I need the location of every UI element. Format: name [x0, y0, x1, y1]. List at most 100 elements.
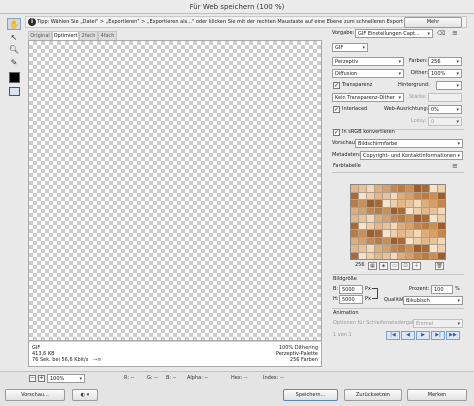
color-swatch[interactable]	[390, 222, 398, 229]
color-swatch[interactable]	[382, 237, 390, 244]
color-swatch[interactable]	[438, 215, 445, 222]
srgb-checkbox[interactable]: ✓	[333, 129, 340, 136]
color-swatch[interactable]	[398, 185, 406, 192]
loop-select[interactable]: Einmal ▾	[413, 319, 463, 328]
color-swatch[interactable]	[406, 215, 414, 222]
color-swatch[interactable]	[422, 200, 430, 207]
color-swatch[interactable]	[390, 207, 398, 214]
matte-select[interactable]: ▾	[436, 81, 462, 90]
color-swatch[interactable]	[438, 200, 445, 207]
color-swatch[interactable]	[390, 200, 398, 207]
color-swatch[interactable]	[390, 237, 398, 244]
slice-select-tool-icon[interactable]: ↖	[7, 32, 21, 44]
color-swatch[interactable]	[351, 192, 358, 199]
color-swatch[interactable]	[414, 237, 422, 244]
color-table[interactable]	[350, 184, 446, 260]
lock-color-icon[interactable]: ▭	[390, 262, 399, 270]
format-select[interactable]: GIF ▾	[332, 43, 368, 52]
color-swatch[interactable]	[374, 237, 382, 244]
color-swatch[interactable]	[422, 215, 430, 222]
color-swatch[interactable]	[358, 237, 366, 244]
amount-input[interactable]	[428, 93, 462, 102]
metadata-select[interactable]: Copyright- und Kontaktinformationen ▾	[360, 151, 463, 160]
color-swatch[interactable]	[390, 215, 398, 222]
color-swatch[interactable]	[390, 192, 398, 199]
color-swatch[interactable]	[414, 215, 422, 222]
color-swatch[interactable]	[438, 185, 445, 192]
width-input[interactable]: 5000	[339, 285, 363, 294]
color-swatch[interactable]	[390, 252, 398, 259]
color-swatch[interactable]	[351, 245, 358, 252]
color-swatch[interactable]	[422, 222, 430, 229]
color-swatch[interactable]	[390, 245, 398, 252]
color-swatch[interactable]	[382, 185, 390, 192]
color-swatch[interactable]	[414, 185, 422, 192]
color-swatch[interactable]	[398, 200, 406, 207]
delete-preset-icon[interactable]: ⌫	[437, 29, 445, 38]
more-button[interactable]: Mehr	[404, 17, 462, 28]
color-swatch[interactable]	[358, 200, 366, 207]
color-swatch[interactable]	[398, 237, 406, 244]
color-swatch[interactable]	[390, 185, 398, 192]
add-color-icon[interactable]: ＋	[412, 262, 421, 270]
color-swatch[interactable]	[382, 215, 390, 222]
remember-button[interactable]: Merken	[407, 389, 467, 401]
color-swatch[interactable]	[382, 207, 390, 214]
color-swatch[interactable]	[438, 252, 445, 259]
tab-optimized[interactable]: Optimiert	[52, 31, 79, 40]
color-swatch[interactable]	[430, 237, 438, 244]
color-swatch[interactable]	[430, 200, 438, 207]
websnap-input[interactable]: 0% ▾	[428, 105, 462, 114]
lossy-input[interactable]: 0 ▾	[428, 117, 462, 126]
color-swatch[interactable]	[366, 215, 374, 222]
zoom-out-icon[interactable]: −	[29, 375, 36, 382]
color-swatch[interactable]	[358, 230, 366, 237]
play-icon[interactable]: ▶	[416, 331, 430, 340]
color-swatch[interactable]	[422, 207, 430, 214]
color-swatch[interactable]	[358, 252, 366, 259]
quality-select[interactable]: Bikubisch ▾	[403, 296, 463, 305]
color-swatch[interactable]	[414, 192, 422, 199]
color-swatch[interactable]	[430, 252, 438, 259]
color-swatch[interactable]	[414, 207, 422, 214]
color-swatch[interactable]	[422, 237, 430, 244]
color-swatch[interactable]	[438, 230, 445, 237]
download-menu-icon[interactable]: →≡	[93, 357, 101, 363]
color-swatch[interactable]	[406, 237, 414, 244]
color-swatch[interactable]	[382, 192, 390, 199]
color-swatch[interactable]	[351, 237, 358, 244]
height-input[interactable]: 5000	[339, 295, 363, 304]
color-swatch[interactable]	[382, 230, 390, 237]
color-swatch[interactable]	[366, 192, 374, 199]
color-swatch[interactable]	[366, 207, 374, 214]
color-swatch[interactable]	[430, 215, 438, 222]
color-swatch[interactable]	[366, 252, 374, 259]
color-swatch[interactable]	[374, 207, 382, 214]
color-swatch[interactable]	[351, 230, 358, 237]
color-swatch[interactable]	[438, 245, 445, 252]
color-swatch[interactable]	[398, 252, 406, 259]
color-swatch[interactable]	[366, 245, 374, 252]
preview-browser-button[interactable]: Vorschau...	[5, 389, 65, 401]
color-swatch[interactable]	[398, 192, 406, 199]
color-swatch[interactable]	[430, 207, 438, 214]
color-swatch[interactable]	[366, 222, 374, 229]
color-swatch[interactable]	[374, 252, 382, 259]
color-swatch[interactable]	[382, 252, 390, 259]
zoom-in-icon[interactable]: +	[38, 375, 45, 382]
color-swatch[interactable]	[430, 245, 438, 252]
color-swatch[interactable]	[382, 222, 390, 229]
color-swatch[interactable]	[358, 192, 366, 199]
map-to-transparent-icon[interactable]: ▦	[368, 262, 377, 270]
dither-input[interactable]: 100% ▾	[428, 69, 462, 78]
transparency-dither-select[interactable]: Kein Transparenz-Dither ▾	[332, 93, 404, 102]
toggle-slices-icon[interactable]	[9, 87, 20, 96]
color-swatch[interactable]	[430, 192, 438, 199]
color-swatch[interactable]	[374, 230, 382, 237]
color-swatch[interactable]	[366, 230, 374, 237]
trash-icon[interactable]: 🗑︎	[435, 262, 444, 270]
color-swatch[interactable]	[358, 222, 366, 229]
color-swatch[interactable]	[430, 185, 438, 192]
preset-select[interactable]: GIF Einstellungen Capt... ▾	[355, 29, 433, 38]
color-swatch[interactable]	[358, 215, 366, 222]
